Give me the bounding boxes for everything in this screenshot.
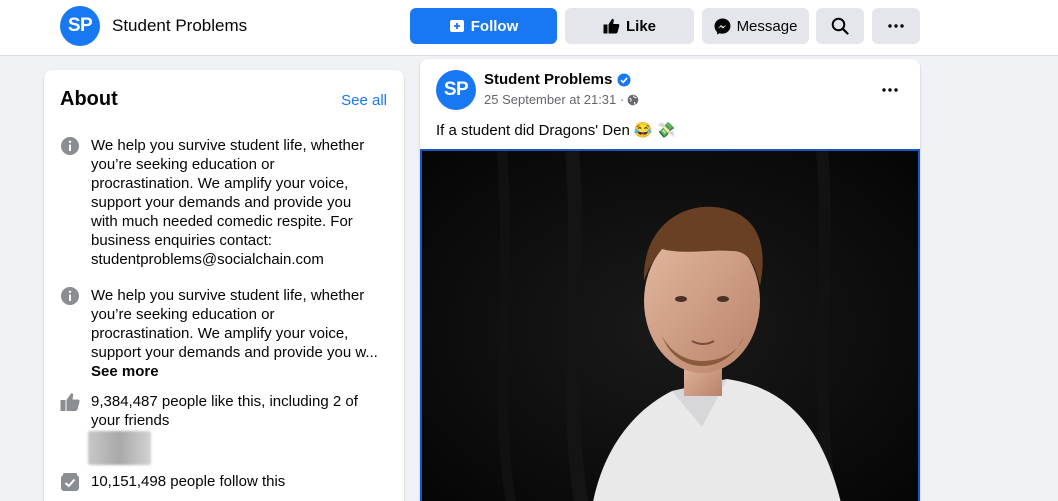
ellipsis-icon bbox=[882, 88, 898, 92]
money-emoji-icon: 💸 bbox=[656, 122, 676, 139]
description-text: We help you survive student life, whethe… bbox=[91, 137, 365, 268]
message-label: Message bbox=[736, 17, 798, 35]
search-icon bbox=[831, 17, 849, 35]
page-header-bar: SP Student Problems Follow Like Message bbox=[0, 0, 1058, 56]
ellipsis-icon bbox=[888, 24, 904, 28]
thumbs-up-icon bbox=[603, 18, 620, 34]
like-button[interactable]: Like bbox=[565, 8, 694, 44]
description-truncated: We help you survive student life, whethe… bbox=[91, 286, 381, 381]
search-button[interactable] bbox=[816, 8, 864, 44]
messenger-icon bbox=[714, 18, 731, 34]
post-options-button[interactable] bbox=[882, 79, 898, 97]
post-author-name[interactable]: Student Problems bbox=[484, 71, 612, 88]
post-video[interactable] bbox=[420, 149, 920, 501]
more-options-button[interactable] bbox=[872, 8, 920, 44]
about-title: About bbox=[60, 88, 118, 110]
post-timestamp[interactable]: 25 September at 21:31 · bbox=[484, 92, 624, 107]
info-icon bbox=[61, 287, 79, 305]
thumbs-up-icon bbox=[60, 393, 80, 411]
post-caption: If a student did Dragons' Den bbox=[436, 121, 630, 139]
friends-avatars-blurred[interactable] bbox=[88, 431, 151, 465]
follow-icon bbox=[449, 20, 464, 32]
description-truncated-text: We help you survive student life, whethe… bbox=[91, 287, 378, 361]
post-meta: 25 September at 21:31 · bbox=[484, 92, 639, 107]
post-author: Student Problems bbox=[484, 71, 631, 88]
follow-check-icon bbox=[61, 473, 79, 491]
laughing-emoji-icon: 😂 bbox=[633, 122, 653, 139]
post-card: SP Student Problems 25 September at 21:3… bbox=[420, 59, 920, 501]
likes-count-text: 9,384,487 people like this, including 2 … bbox=[91, 393, 358, 429]
post-author-avatar[interactable]: SP bbox=[436, 70, 476, 110]
follow-label: Follow bbox=[470, 17, 519, 35]
post-text: If a student did Dragons' Den 😂 💸 bbox=[436, 121, 676, 140]
page-avatar[interactable]: SP bbox=[60, 6, 100, 46]
verified-badge-icon bbox=[617, 73, 631, 86]
followers-count-text: 10,151,498 people follow this bbox=[91, 473, 286, 490]
page-title[interactable]: Student Problems bbox=[112, 16, 247, 36]
message-button[interactable]: Message bbox=[702, 8, 809, 44]
see-all-link[interactable]: See all bbox=[341, 92, 387, 109]
globe-icon bbox=[627, 94, 639, 105]
see-more-link[interactable]: See more bbox=[91, 363, 159, 380]
follow-button[interactable]: Follow bbox=[410, 8, 557, 44]
about-card: About See all We help you survive studen… bbox=[44, 70, 404, 501]
video-frame-person bbox=[422, 151, 918, 501]
like-label: Like bbox=[625, 17, 656, 35]
info-icon bbox=[61, 137, 79, 155]
